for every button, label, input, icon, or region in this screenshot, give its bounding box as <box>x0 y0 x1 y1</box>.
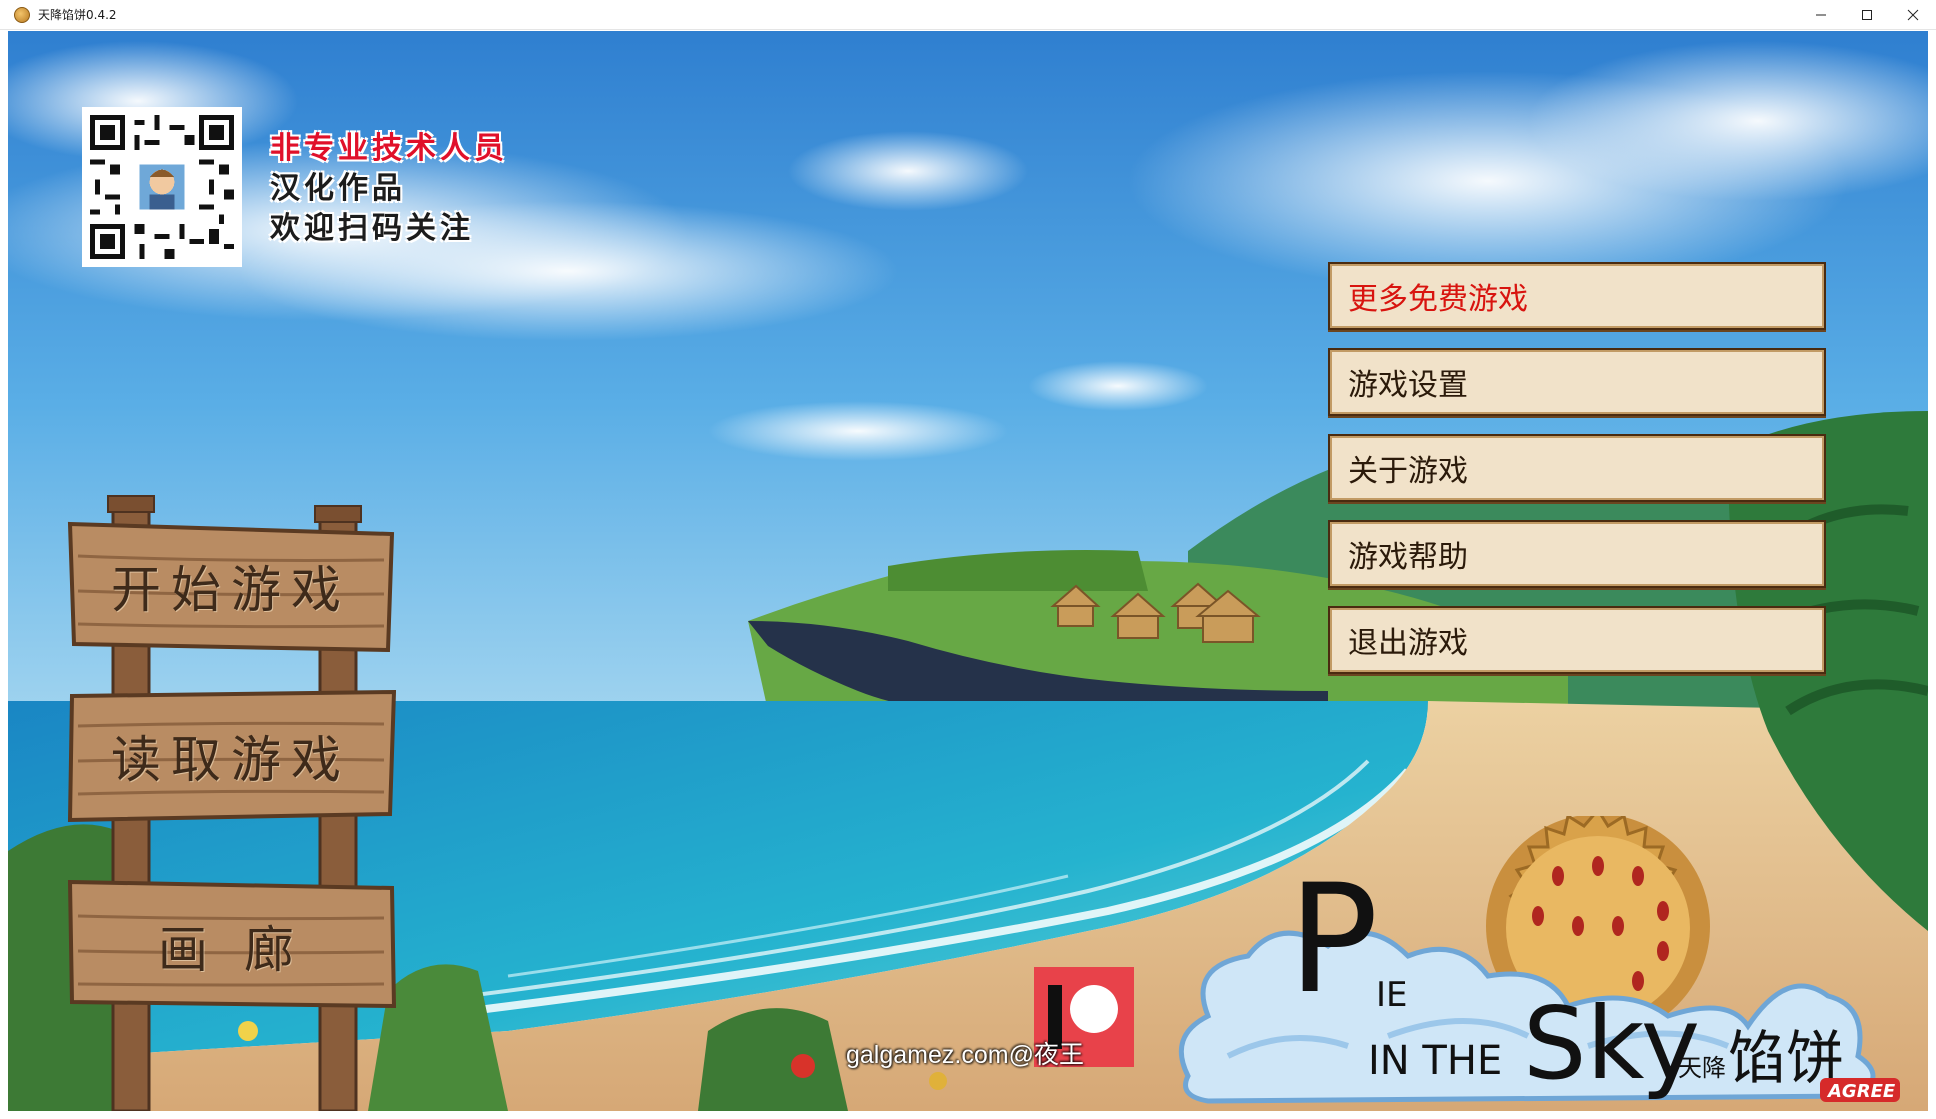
main-menu: 更多免费游戏 游戏设置 关于游戏 游戏帮助 退出游戏 <box>1328 262 1826 692</box>
window-controls <box>1798 0 1936 30</box>
logo-in-the: IN THE <box>1368 1038 1502 1084</box>
menu-more-free-games-button[interactable]: 更多免费游戏 <box>1328 262 1826 330</box>
close-icon <box>1907 9 1919 21</box>
logo-badge: AGREE <box>1826 1081 1896 1102</box>
load-game-label: 读取游戏 <box>111 731 351 789</box>
start-game-label: 开始游戏 <box>111 561 351 619</box>
load-game-sign[interactable]: 读取游戏 <box>66 686 396 826</box>
menu-game-help-button[interactable]: 游戏帮助 <box>1328 520 1826 588</box>
game-viewport: 非专业技术人员 汉化作品 欢迎扫码关注 更多免费游戏 游戏设置 关于游戏 游戏帮… <box>8 31 1928 1111</box>
close-button[interactable] <box>1890 0 1936 30</box>
start-game-sign[interactable]: 开始游戏 <box>66 516 396 656</box>
minimize-button[interactable] <box>1798 0 1844 30</box>
logo-ie: IE <box>1376 975 1408 1015</box>
minimize-icon <box>1816 14 1826 16</box>
gallery-sign[interactable]: 画 廊 <box>66 876 396 1016</box>
cloud <box>1028 361 1208 411</box>
watermark-text: galgamez.com@夜王 <box>846 1041 1084 1069</box>
window-title: 天降馅饼0.4.2 <box>38 8 117 22</box>
maximize-icon <box>1862 10 1872 20</box>
maximize-button[interactable] <box>1844 0 1890 30</box>
cloud <box>708 401 1008 461</box>
window-titlebar: 天降馅饼0.4.2 <box>0 0 1936 30</box>
cloud <box>788 131 1028 211</box>
menu-quit-game-button[interactable]: 退出游戏 <box>1328 606 1826 674</box>
app-pie-icon <box>14 6 30 23</box>
game-logo: P IE IN THE Sky 天降 馅饼 AGREE <box>1178 816 1900 1104</box>
logo-cn-small: 天降 <box>1678 1054 1726 1082</box>
menu-about-game-button[interactable]: 关于游戏 <box>1328 434 1826 502</box>
gallery-label: 画 廊 <box>158 921 304 979</box>
menu-game-settings-button[interactable]: 游戏设置 <box>1328 348 1826 416</box>
logo-sky: Sky <box>1523 985 1700 1102</box>
logo-p: P <box>1288 853 1378 1027</box>
